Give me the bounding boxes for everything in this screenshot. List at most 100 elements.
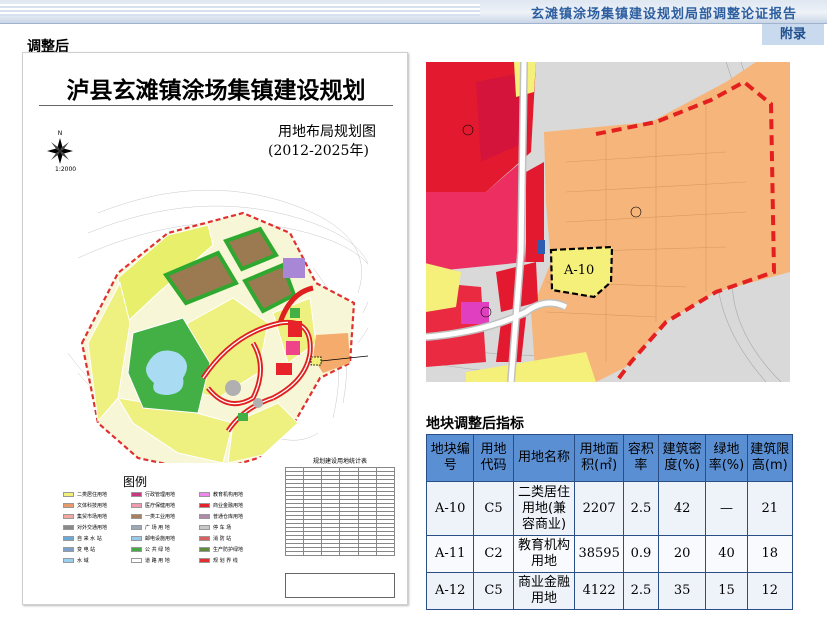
plan-years: (2012-2025年) — [268, 143, 369, 159]
legend-item: 公 共 绿 地 — [131, 546, 170, 553]
title-divider — [39, 105, 393, 106]
legend-swatch — [199, 536, 210, 541]
legend-item: 道 路 用 地 — [131, 557, 170, 564]
plan-title: 泸县玄滩镇涂场集镇建设规划 — [66, 77, 366, 104]
cell-height: 18 — [746, 535, 794, 573]
legend-label: 普通仓库用地 — [213, 514, 244, 520]
legend-swatch — [131, 514, 142, 519]
report-title: 玄滩镇涂场集镇建设规划局部调整论证报告 — [530, 7, 797, 22]
col-land-name: 用地名称 — [512, 434, 576, 482]
land-use-stats: 规划建设用地统计表 — [284, 456, 396, 556]
legend-label: 文体科技用地 — [77, 503, 108, 509]
legend-label: 广 场 用 地 — [145, 525, 170, 531]
zoomed-detail-map: A-10 — [426, 62, 790, 382]
table-row: A-10 C5 二类居住用地(兼容商业) 2207 2.5 42 — 21 — [425, 481, 794, 536]
legend-swatch — [131, 525, 142, 530]
cell-parcel-no: A-11 — [425, 535, 475, 573]
storage-block — [283, 258, 305, 278]
legend-swatch — [199, 558, 210, 563]
cell-density: 42 — [657, 481, 707, 536]
legend-item: 教育机构用地 — [199, 491, 243, 498]
legend-label: 医疗保健用地 — [145, 503, 176, 509]
cell-land-name: 商业金融用地 — [512, 572, 576, 610]
legend-label: 一类工业用地 — [145, 514, 176, 520]
stats-cell — [303, 551, 323, 556]
legend-item: 停 车 场 — [199, 524, 231, 531]
legend-title: 图例 — [123, 475, 148, 489]
legend-label: 对外交通用地 — [77, 525, 108, 531]
col-density: 建筑密度(%) — [657, 434, 707, 482]
indicators-table: 地块编号 用地代码 用地名称 用地面积(㎡) 容积率 建筑密度(%) 绿地率(%… — [425, 434, 794, 610]
legend-item: 变 电 站 — [63, 546, 95, 553]
legend-swatch — [199, 492, 210, 497]
cell-density: 20 — [657, 535, 707, 573]
legend-swatch — [63, 503, 74, 508]
col-height: 建筑限高(m) — [746, 434, 794, 482]
legend-item: 广 场 用 地 — [131, 524, 170, 531]
stats-cell — [375, 551, 396, 556]
legend-swatch — [63, 547, 74, 552]
cell-green: — — [705, 481, 748, 536]
table-row: A-12 C5 商业金融用地 4122 2.5 35 15 12 — [425, 572, 794, 610]
legend-item: 一类工业用地 — [131, 513, 175, 520]
legend-swatch — [63, 492, 74, 497]
legend-label: 公 共 绿 地 — [145, 547, 170, 553]
legend-item: 邮电设施用地 — [131, 535, 175, 542]
cell-land-code: C2 — [473, 535, 514, 573]
stats-cell — [284, 551, 305, 556]
legend-label: 二类居住用地 — [77, 492, 108, 498]
cell-land-code: C5 — [473, 481, 514, 536]
legend-item: 集贸市场用地 — [63, 513, 107, 520]
cell-far: 0.9 — [622, 535, 659, 573]
legend-swatch — [63, 525, 74, 530]
cell-area: 38595 — [574, 535, 624, 573]
legend-swatch — [131, 536, 142, 541]
report-header: 玄滩镇涂场集镇建设规划局部调整论证报告 — [0, 0, 827, 24]
stats-cell — [321, 551, 341, 556]
legend-item: 普通仓库用地 — [199, 513, 243, 520]
legend-item: 自 来 水 站 — [63, 535, 102, 542]
legend-item: 行政管理用地 — [131, 491, 175, 498]
legend-label: 水 域 — [77, 558, 89, 564]
stats-cell — [339, 551, 359, 556]
parcel-a10-marker — [310, 356, 322, 366]
cell-parcel-no: A-10 — [425, 481, 475, 536]
stats-cell — [357, 551, 377, 556]
legend-label: 行政管理用地 — [145, 492, 176, 498]
legend-item: 生产防护绿地 — [199, 546, 243, 553]
legend-swatch — [199, 514, 210, 519]
parcel-a10-label: A-10 — [563, 263, 594, 278]
cell-green: 40 — [705, 535, 748, 573]
drawing-title-block — [285, 573, 395, 598]
legend-item: 商业金融用地 — [199, 502, 243, 509]
legend-item: 二类居住用地 — [63, 491, 107, 498]
plan-legend: 图例 二类居住用地 行政管理用地 教育机构用地文体科技用地 医疗保健用地 商业金融用地集… — [63, 471, 273, 606]
legend-swatch — [199, 503, 210, 508]
cell-land-name: 教育机构用地 — [512, 535, 576, 573]
cell-height: 21 — [746, 481, 794, 536]
legend-swatch — [131, 547, 142, 552]
land-use-plan-sheet: 泸县玄滩镇涂场集镇建设规划 用地布局规划图 (2012-2025年) N 1:2… — [22, 52, 408, 605]
legend-swatch — [63, 536, 74, 541]
legend-item: 对外交通用地 — [63, 524, 107, 531]
legend-label: 规 划 界 线 — [213, 558, 238, 564]
cell-land-name: 二类居住用地(兼容商业) — [512, 481, 576, 536]
legend-swatch — [63, 558, 74, 563]
col-area: 用地面积(㎡) — [574, 434, 624, 482]
col-green: 绿地率(%) — [705, 434, 748, 482]
legend-label: 邮电设施用地 — [145, 536, 176, 542]
stats-table — [284, 467, 396, 556]
header-stripe — [0, 4, 480, 16]
legend-label: 集贸市场用地 — [77, 514, 108, 520]
legend-label: 停 车 场 — [213, 525, 232, 531]
cell-far: 2.5 — [622, 481, 659, 536]
legend-swatch — [131, 558, 142, 563]
appendix-tab[interactable]: 附录 — [762, 24, 824, 45]
svg-text:N: N — [58, 130, 63, 137]
legend-label: 教育机构用地 — [213, 492, 244, 498]
cell-parcel-no: A-12 — [425, 572, 475, 610]
town-land-use-map — [67, 189, 368, 463]
cell-area: 4122 — [574, 572, 624, 610]
legend-swatch — [199, 547, 210, 552]
legend-label: 商业金融用地 — [213, 503, 244, 509]
